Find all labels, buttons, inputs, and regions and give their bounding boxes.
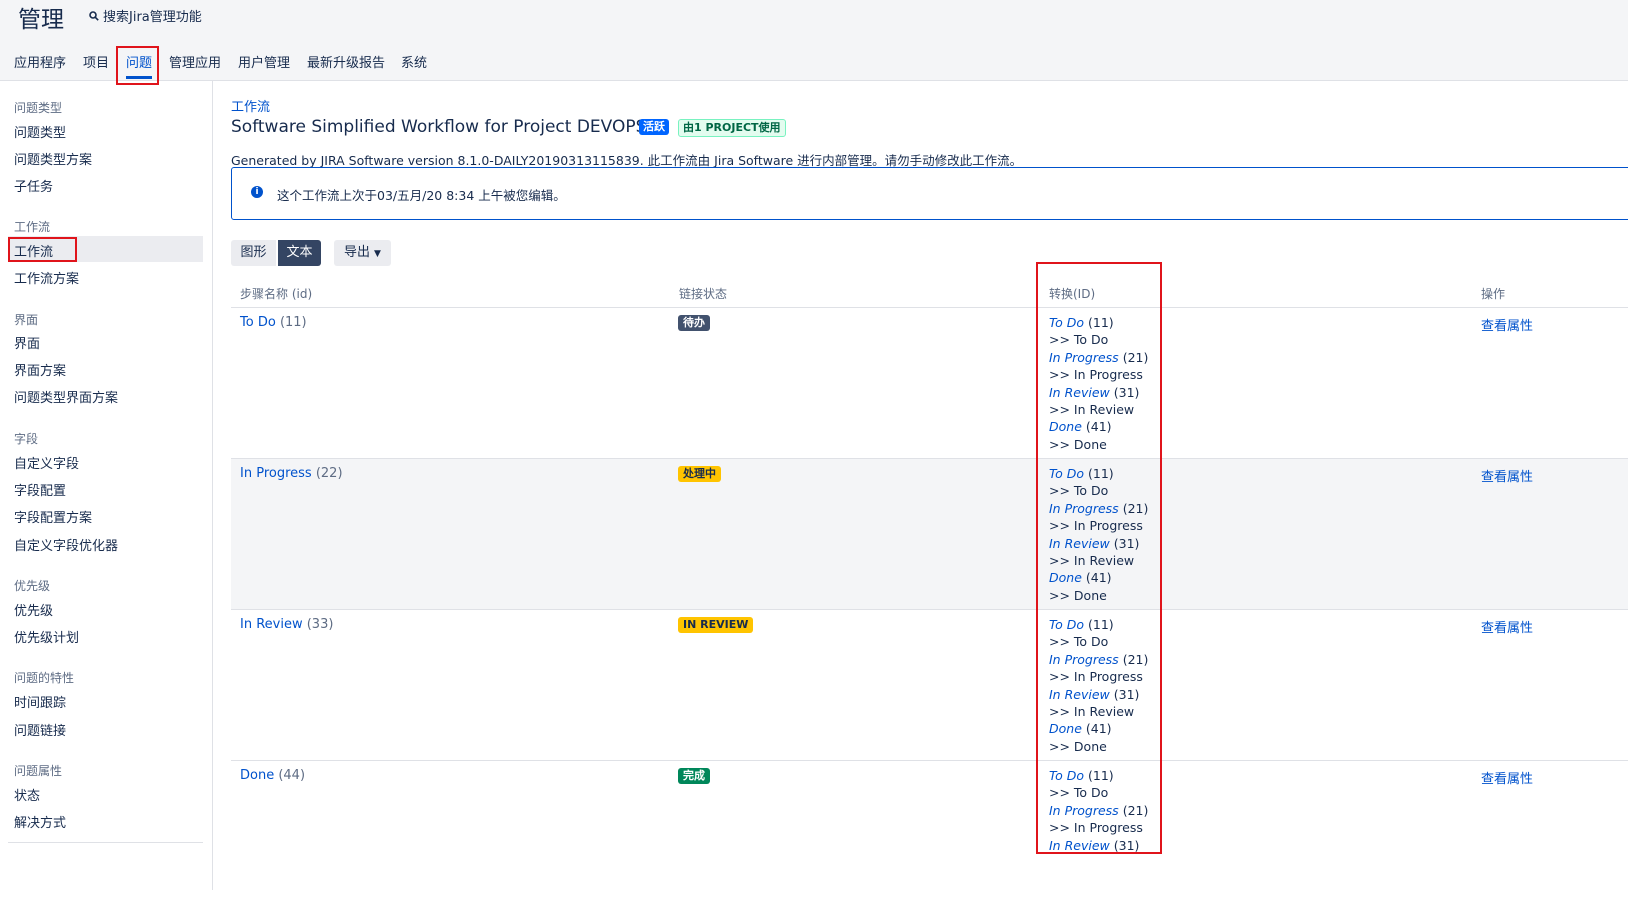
- text-view-button[interactable]: 文本: [278, 240, 321, 266]
- workflow-title: Software Simplified Workflow for Project…: [231, 117, 647, 137]
- top-bar: 管理 搜索Jira管理功能 应用程序 项目 问题 管理应用 用户管理 最新升级报…: [0, 0, 1628, 81]
- table-row: [231, 760, 1628, 912]
- step-name-cell: Done (44): [240, 768, 305, 783]
- status-lozenge: 处理中: [678, 466, 721, 482]
- column-header-actions: 操作: [1481, 287, 1506, 301]
- sidebar-item-subtasks[interactable]: 子任务: [14, 176, 53, 195]
- sidebar-item-priorities[interactable]: 优先级: [14, 600, 53, 619]
- info-icon: i: [251, 186, 263, 198]
- page-header-title: 管理: [18, 7, 64, 33]
- column-header-linked-status: 链接状态: [679, 287, 728, 301]
- step-name-cell: To Do (11): [240, 315, 307, 330]
- view-properties-link[interactable]: 查看属性: [1481, 466, 1533, 485]
- info-message-text: 这个工作流上次于03/五月/20 8:34 上午被您编辑。: [277, 188, 566, 203]
- sidebar-item-issue-type-screen-schemes[interactable]: 问题类型界面方案: [14, 387, 118, 406]
- sidebar-divider: [8, 842, 203, 843]
- highlight-workflows-item: [8, 237, 77, 262]
- search-admin-link[interactable]: 搜索Jira管理功能: [89, 6, 202, 25]
- breadcrumb-workflows[interactable]: 工作流: [231, 96, 270, 115]
- step-name-link[interactable]: In Review: [240, 617, 303, 632]
- table-row: [231, 609, 1628, 761]
- sidebar-heading-fields: 字段: [14, 432, 39, 446]
- chevron-down-icon: ▼: [374, 249, 381, 259]
- step-name-cell: In Review (33): [240, 617, 333, 632]
- sidebar-item-field-configuration-schemes[interactable]: 字段配置方案: [14, 507, 92, 526]
- sidebar-item-statuses[interactable]: 状态: [14, 785, 40, 804]
- view-properties-link[interactable]: 查看属性: [1481, 315, 1533, 334]
- status-lozenge: 待办: [678, 315, 710, 331]
- nav-tab-user-management[interactable]: 用户管理: [238, 52, 290, 71]
- sidebar-item-custom-field-optimizer[interactable]: 自定义字段优化器: [14, 535, 118, 554]
- diagram-view-button[interactable]: 图形: [231, 240, 276, 266]
- view-properties-link[interactable]: 查看属性: [1481, 617, 1533, 636]
- view-properties-link[interactable]: 查看属性: [1481, 768, 1533, 787]
- sidebar-item-resolutions[interactable]: 解决方式: [14, 812, 66, 831]
- nav-tab-applications[interactable]: 应用程序: [14, 52, 66, 71]
- sidebar-item-custom-fields[interactable]: 自定义字段: [14, 453, 79, 472]
- column-header-step: 步骤名称 (id): [240, 287, 313, 301]
- search-admin-label: 搜索Jira管理功能: [103, 10, 202, 25]
- step-id: (44): [278, 768, 306, 783]
- sidebar-item-time-tracking[interactable]: 时间跟踪: [14, 692, 66, 711]
- nav-tab-upgrade-report[interactable]: 最新升级报告: [307, 52, 385, 71]
- sidebar-item-field-configurations[interactable]: 字段配置: [14, 480, 66, 499]
- sidebar-heading-issue-attributes: 问题属性: [14, 764, 63, 778]
- sidebar-heading-workflows: 工作流: [14, 220, 51, 234]
- sidebar-item-issue-linking[interactable]: 问题链接: [14, 720, 66, 739]
- search-icon: [89, 10, 99, 21]
- nav-tab-projects[interactable]: 项目: [83, 52, 109, 71]
- step-id: (11): [279, 315, 307, 330]
- step-id: (22): [315, 466, 343, 481]
- highlight-transitions-column: [1036, 262, 1162, 854]
- sidebar-heading-priorities: 优先级: [14, 579, 51, 593]
- status-lozenge: 完成: [678, 768, 710, 784]
- nav-tab-system[interactable]: 系统: [401, 52, 427, 71]
- step-name-link[interactable]: To Do: [240, 315, 276, 330]
- used-by-projects-badge[interactable]: 由1 PROJECT使用: [678, 119, 786, 137]
- table-row: [231, 458, 1628, 610]
- export-dropdown-button[interactable]: 导出 ▼: [334, 240, 391, 266]
- sidebar-item-issue-types[interactable]: 问题类型: [14, 122, 66, 141]
- sidebar-heading-screens: 界面: [14, 313, 39, 327]
- sidebar-item-issue-type-schemes[interactable]: 问题类型方案: [14, 149, 92, 168]
- step-id: (33): [306, 617, 334, 632]
- highlight-issues-tab: [116, 46, 159, 85]
- step-name-link[interactable]: In Progress: [240, 466, 312, 481]
- sidebar-item-priority-schemes[interactable]: 优先级计划: [14, 627, 79, 646]
- step-name-link[interactable]: Done: [240, 768, 274, 783]
- sidebar-heading-issue-features: 问题的特性: [14, 671, 75, 685]
- active-badge: 活跃: [639, 119, 669, 135]
- sidebar-item-screen-schemes[interactable]: 界面方案: [14, 360, 66, 379]
- status-lozenge: IN REVIEW: [678, 617, 754, 633]
- sidebar-item-workflow-schemes[interactable]: 工作流方案: [14, 268, 79, 287]
- table-row: [231, 307, 1628, 459]
- step-name-cell: In Progress (22): [240, 466, 343, 481]
- sidebar-heading-issue-types: 问题类型: [14, 101, 63, 115]
- sidebar-item-screens[interactable]: 界面: [14, 333, 40, 352]
- nav-tab-manage-apps[interactable]: 管理应用: [169, 52, 221, 71]
- export-label: 导出: [344, 245, 371, 260]
